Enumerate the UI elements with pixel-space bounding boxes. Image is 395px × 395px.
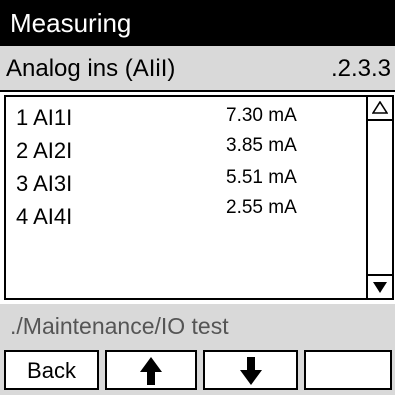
softkey-bar: Back (0, 344, 395, 395)
scroll-up-icon (372, 101, 388, 114)
arrow-up-icon (140, 357, 162, 385)
scrollbar[interactable] (366, 97, 392, 298)
screen: Measuring Analog ins (AIiI) .2.3.3 1 AI1… (0, 0, 395, 395)
breadcrumb: ./Maintenance/IO test (0, 304, 395, 344)
measurement-list: 1 AI1I 7.30 mA 2 AI2I 3.85 mA 3 AI3I 5.5… (4, 95, 394, 300)
list-item-value: 5.51 mA (226, 167, 297, 188)
list-item-value: 7.30 mA (226, 105, 297, 126)
menu-code: .2.3.3 (330, 55, 391, 82)
list-item-name: 4 AI4I (16, 204, 73, 229)
scroll-down-icon (373, 282, 387, 293)
arrow-down-icon (239, 357, 262, 385)
list-item[interactable]: 2 AI2I 3.85 mA (16, 135, 356, 168)
list-item-value: 3.85 mA (226, 135, 297, 156)
list-item[interactable]: 3 AI3I 5.51 mA (16, 167, 356, 201)
down-button[interactable] (203, 350, 298, 390)
list-item-value: 2.55 mA (226, 197, 297, 218)
empty-softkey[interactable] (304, 350, 392, 390)
menu-title: Analog ins (AIiI) (6, 55, 176, 82)
list-item[interactable]: 1 AI1I 7.30 mA (16, 105, 356, 135)
scroll-down-button[interactable] (368, 274, 392, 298)
list-item-name: 2 AI2I (16, 138, 73, 163)
list-item-name: 1 AI1I (16, 105, 73, 130)
list-item[interactable]: 4 AI4I 2.55 mA (16, 197, 356, 234)
up-button[interactable] (105, 350, 197, 390)
menu-header: Analog ins (AIiI) .2.3.3 (0, 46, 395, 92)
back-button[interactable]: Back (4, 350, 99, 390)
list-item-name: 3 AI3I (16, 171, 73, 196)
page-title: Measuring (0, 0, 395, 46)
scroll-up-button[interactable] (368, 97, 392, 121)
